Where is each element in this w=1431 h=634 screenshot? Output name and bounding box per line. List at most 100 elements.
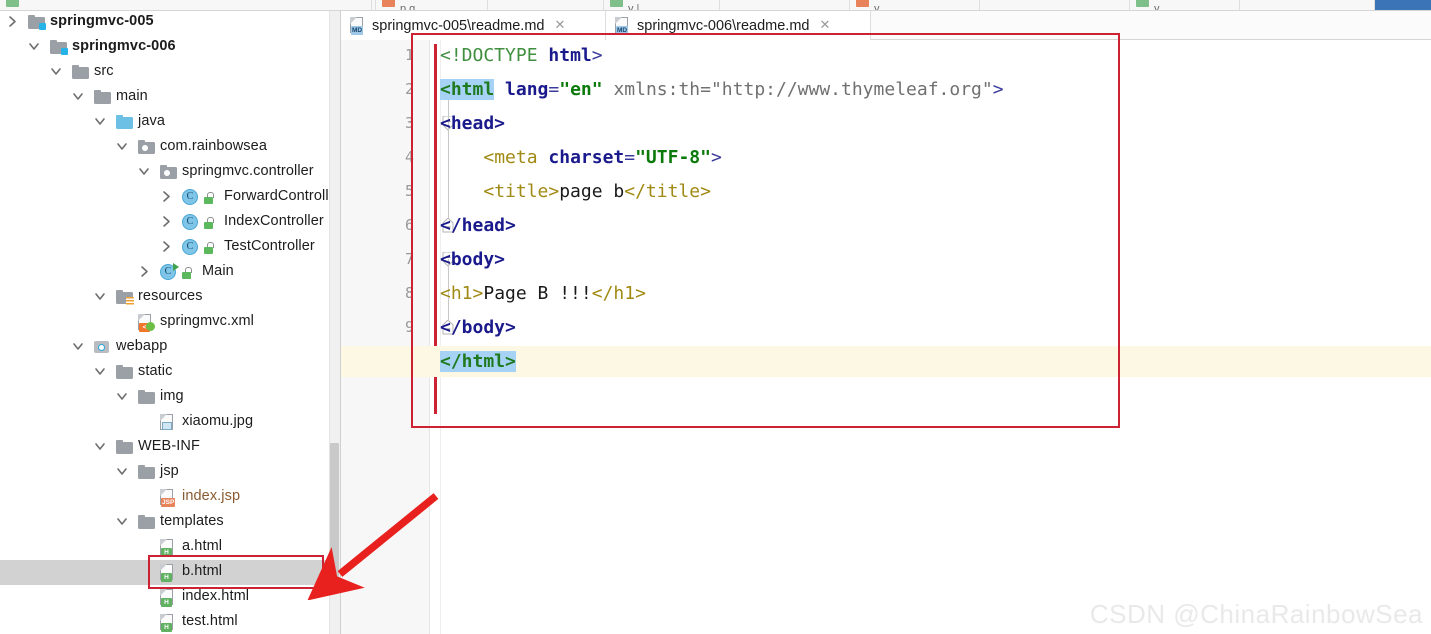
tree-item-test-html[interactable]: Htest.html bbox=[0, 610, 340, 634]
code-line[interactable]: </body> bbox=[440, 312, 516, 343]
tree-item-indexcontroller[interactable]: C IndexController bbox=[0, 210, 340, 235]
chevron-down-icon[interactable] bbox=[116, 140, 130, 154]
upper-tab-fragment[interactable]: y | bbox=[604, 0, 720, 11]
chevron-down-icon[interactable] bbox=[138, 165, 152, 179]
chevron-down-icon[interactable] bbox=[94, 290, 108, 304]
code-token: <body> bbox=[440, 249, 506, 270]
upper-tab-label: y | bbox=[628, 3, 640, 11]
tree-item-static[interactable]: static bbox=[0, 360, 340, 385]
editor-tab[interactable]: MD springmvc-006\readme.md ✕ bbox=[606, 11, 871, 40]
tree-item-a-html[interactable]: Ha.html bbox=[0, 535, 340, 560]
chevron-right-icon[interactable] bbox=[6, 15, 20, 29]
chevron-down-icon[interactable] bbox=[28, 40, 42, 54]
tree-item-springmvc-006[interactable]: springmvc-006 bbox=[0, 35, 340, 60]
tree-item-templates[interactable]: templates bbox=[0, 510, 340, 535]
markdown-file-icon: MD bbox=[615, 17, 630, 35]
watermark: CSDN @ChinaRainbowSea bbox=[1089, 599, 1423, 629]
editor-tab[interactable]: MD springmvc-005\readme.md ✕ bbox=[341, 11, 606, 40]
tree-item-icon bbox=[138, 139, 155, 155]
code-line[interactable]: <body> bbox=[440, 244, 505, 275]
sidebar-scrollbar-thumb[interactable] bbox=[330, 443, 339, 583]
close-icon[interactable]: ✕ bbox=[818, 18, 831, 32]
tab-file-icon: MD bbox=[350, 17, 365, 35]
tree-item-com-rainbowsea[interactable]: com.rainbowsea bbox=[0, 135, 340, 160]
folder-icon bbox=[138, 515, 155, 529]
code-line[interactable]: <title>page b</title> bbox=[440, 176, 711, 207]
chevron-down-icon[interactable] bbox=[94, 365, 108, 379]
tree-item-java[interactable]: java bbox=[0, 110, 340, 135]
chevron-right-icon[interactable] bbox=[160, 215, 174, 229]
chevron-down-icon[interactable] bbox=[116, 465, 130, 479]
chevron-right-icon[interactable] bbox=[160, 240, 174, 254]
code-line[interactable]: <!DOCTYPE html> bbox=[440, 40, 603, 71]
code-token: = bbox=[624, 147, 636, 168]
tab-file-icon bbox=[382, 0, 395, 7]
code-line[interactable]: <h1>Page B !!!</h1> bbox=[440, 278, 646, 309]
code-token: <title> bbox=[483, 181, 560, 202]
tree-item-main[interactable]: C Main bbox=[0, 260, 340, 285]
chevron-down-icon[interactable] bbox=[50, 65, 64, 79]
code-token: </title> bbox=[624, 181, 711, 202]
editor-tab-bar: MD springmvc-005\readme.md ✕ MD springmvc-00… bbox=[341, 11, 1431, 40]
upper-tab-fragment[interactable] bbox=[980, 0, 1130, 10]
upper-tab-label: y bbox=[874, 3, 880, 11]
close-icon[interactable]: ✕ bbox=[553, 18, 566, 32]
tab-file-icon bbox=[610, 0, 623, 7]
tree-item-jsp[interactable]: jsp bbox=[0, 460, 340, 485]
tree-item-index-html[interactable]: Hindex.html bbox=[0, 585, 340, 610]
upper-tab-fragment[interactable] bbox=[1240, 0, 1375, 10]
tree-item-img[interactable]: img bbox=[0, 385, 340, 410]
tree-item-springmvc-xml[interactable]: < springmvc.xml bbox=[0, 310, 340, 335]
upper-tab-label: p g bbox=[400, 3, 416, 11]
code-line[interactable]: </head> bbox=[440, 210, 516, 241]
chevron-down-icon[interactable] bbox=[94, 115, 108, 129]
tree-item-index-jsp[interactable]: JSP index.jsp bbox=[0, 485, 340, 510]
upper-tab-fragment[interactable]: p g bbox=[376, 0, 488, 11]
chevron-down-icon[interactable] bbox=[94, 440, 108, 454]
tree-item-label: webapp bbox=[116, 338, 168, 354]
project-tree-panel[interactable]: springmvc-005 springmvc-006 src main java com… bbox=[0, 11, 340, 634]
tree-item-icon bbox=[116, 289, 134, 305]
tree-item-xiaomu-jpg[interactable]: xiaomu.jpg bbox=[0, 410, 340, 435]
upper-tab-label: y bbox=[1154, 3, 1160, 11]
code-line[interactable]: <html lang="en" xmlns:th="http://www.thy… bbox=[440, 74, 1004, 105]
tree-item-label: resources bbox=[138, 288, 203, 304]
upper-tab-fragment[interactable]: y bbox=[1130, 0, 1240, 11]
chevron-down-icon[interactable] bbox=[116, 515, 130, 529]
chevron-right-icon[interactable] bbox=[138, 265, 152, 279]
java-class-icon: C bbox=[182, 213, 199, 231]
tree-item-src[interactable]: src bbox=[0, 60, 340, 85]
upper-tab-fragment[interactable] bbox=[720, 0, 850, 10]
chevron-right-icon[interactable] bbox=[160, 190, 174, 204]
unlocked-icon bbox=[203, 240, 215, 254]
code-line[interactable]: </html> bbox=[440, 346, 516, 377]
chevron-down-icon[interactable] bbox=[72, 340, 86, 354]
upper-tab-fragment[interactable] bbox=[0, 0, 372, 10]
chevron-down-icon[interactable] bbox=[116, 390, 130, 404]
tree-item-resources[interactable]: resources bbox=[0, 285, 340, 310]
folder-icon bbox=[116, 365, 133, 379]
tree-item-label: springmvc-006 bbox=[72, 38, 176, 54]
upper-tab-fragment[interactable] bbox=[488, 0, 604, 10]
code-token: lang bbox=[505, 79, 549, 100]
tree-item-forwardcontroller[interactable]: C ForwardController bbox=[0, 185, 340, 210]
tree-item-testcontroller[interactable]: C TestController bbox=[0, 235, 340, 260]
folder-icon bbox=[116, 440, 133, 454]
tab-file-icon bbox=[856, 0, 869, 7]
tree-item-springmvc-controller[interactable]: springmvc.controller bbox=[0, 160, 340, 185]
tree-item-b-html[interactable]: Hb.html bbox=[0, 560, 340, 585]
tree-item-springmvc-005[interactable]: springmvc-005 bbox=[0, 11, 340, 35]
resources-folder-icon bbox=[116, 290, 134, 305]
tree-item-webapp[interactable]: webapp bbox=[0, 335, 340, 360]
editor-tab-label: springmvc-005\readme.md bbox=[372, 17, 545, 34]
tree-item-label: main bbox=[116, 88, 148, 104]
code-line[interactable]: <head> bbox=[440, 108, 505, 139]
upper-tab-fragment[interactable] bbox=[372, 0, 376, 10]
code-line[interactable]: <meta charset="UTF-8"> bbox=[440, 142, 721, 173]
tree-item-web-inf[interactable]: WEB-INF bbox=[0, 435, 340, 460]
code-content[interactable]: <!DOCTYPE html> <html lang="en" xmlns:th=… bbox=[341, 40, 1431, 634]
chevron-down-icon[interactable] bbox=[72, 90, 86, 104]
tree-item-main[interactable]: main bbox=[0, 85, 340, 110]
unlocked-icon bbox=[203, 215, 215, 229]
upper-tab-fragment[interactable]: y bbox=[850, 0, 980, 11]
